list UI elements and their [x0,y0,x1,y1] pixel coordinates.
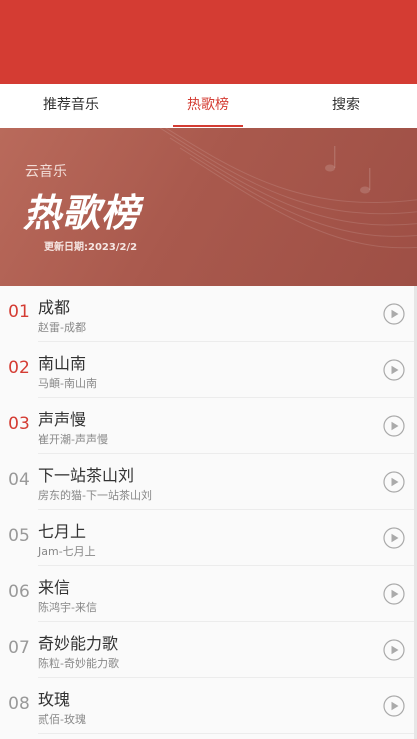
song-row[interactable]: 01 成都 赵雷-成都 [0,286,417,342]
song-title: 来信 [38,578,71,597]
song-title: 南山南 [38,354,87,373]
play-icon[interactable] [383,639,405,661]
rank-number: 08 [8,694,30,714]
rank-number: 05 [8,526,30,546]
play-icon[interactable] [383,527,405,549]
rank-number: 02 [8,358,30,378]
song-row[interactable]: 07 奇妙能力歌 陈粒-奇妙能力歌 [0,622,417,678]
tab-bar: 推荐音乐 热歌榜 搜索 [0,84,417,129]
rank-number: 01 [8,302,30,322]
brand-label: 云音乐 [25,164,67,180]
row-divider [38,733,417,734]
song-artist: 赵雷-成都 [38,321,86,334]
song-title: 七月上 [38,522,87,541]
song-title: 声声慢 [38,410,87,429]
play-icon[interactable] [383,695,405,717]
play-icon[interactable] [383,583,405,605]
song-list: 01 成都 赵雷-成都 02 南山南 马頔-南山南 03 声声慢 崔开潮-声声慢… [0,286,417,739]
song-row[interactable]: 06 来信 陈鸿宇-来信 [0,566,417,622]
tab-search[interactable]: 搜索 [296,84,396,128]
song-artist: 马頔-南山南 [38,377,97,390]
play-icon[interactable] [383,359,405,381]
song-row[interactable]: 08 玫瑰 贰佰-玫瑰 [0,678,417,734]
play-icon[interactable] [383,471,405,493]
song-title: 下一站茶山刘 [38,466,135,485]
tab-hot-list[interactable]: 热歌榜 [158,84,258,128]
song-title: 奇妙能力歌 [38,634,119,653]
song-row[interactable]: 02 南山南 马頔-南山南 [0,342,417,398]
song-row[interactable]: 03 声声慢 崔开潮-声声慢 [0,398,417,454]
song-row[interactable]: 04 下一站茶山刘 房东的猫-下一站茶山刘 [0,454,417,510]
song-artist: 陈鸿宇-来信 [38,601,97,614]
update-date: 更新日期:2023/2/2 [44,242,138,253]
play-icon[interactable] [383,415,405,437]
song-artist: Jam-七月上 [38,545,96,558]
song-artist: 崔开潮-声声慢 [38,433,108,446]
song-title: 成都 [38,298,71,317]
tab-recommend[interactable]: 推荐音乐 [21,84,121,128]
song-title: 玫瑰 [38,690,71,709]
song-artist: 贰佰-玫瑰 [38,713,86,726]
app-header-bar [0,0,417,84]
hot-list-banner: 云音乐 热歌榜 更新日期:2023/2/2 [0,128,417,286]
rank-number: 04 [8,470,30,490]
chart-title: 热歌榜 [23,191,141,235]
active-tab-indicator [173,125,243,127]
play-icon[interactable] [383,303,405,325]
song-artist: 陈粒-奇妙能力歌 [38,657,119,670]
song-artist: 房东的猫-下一站茶山刘 [38,489,152,502]
rank-number: 03 [8,414,30,434]
rank-number: 07 [8,638,30,658]
song-row[interactable]: 05 七月上 Jam-七月上 [0,510,417,566]
rank-number: 06 [8,582,30,602]
